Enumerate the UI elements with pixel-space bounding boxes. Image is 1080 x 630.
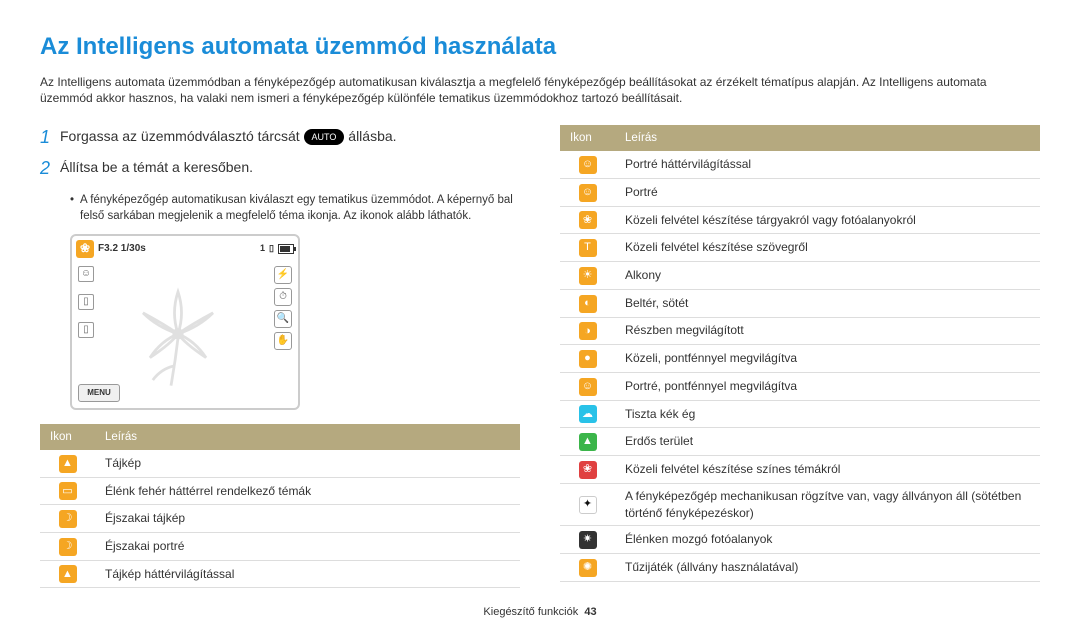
shot-counter: 1 [260, 242, 265, 255]
blue-sky-icon: ☁ [579, 405, 597, 423]
table-row: ☁ Tiszta kék ég [560, 400, 1040, 428]
menu-button[interactable]: MENU [78, 384, 120, 402]
icon-description: Tájkép háttérvilágítással [95, 560, 520, 588]
table-row: ☽ Éjszakai portré [40, 532, 520, 560]
icon-description: Éjszakai tájkép [95, 505, 520, 533]
icon-description: Közeli felvétel készítése szövegről [615, 234, 1040, 262]
macro-text-icon: T [579, 239, 597, 257]
table-row: ✺ Tűzijáték (állvány használatával) [560, 554, 1040, 582]
indoor-dark-icon: ◐ [579, 295, 597, 313]
table-row: ✦ A fényképezőgép mechanikusan rögzítve v… [560, 483, 1040, 526]
table-row: ◑ Részben megvilágított [560, 317, 1040, 345]
th-icon: Ikon [40, 424, 95, 450]
icon-description: Beltér, sötét [615, 289, 1040, 317]
icon-description: Közeli, pontfénnyel megvilágítva [615, 345, 1040, 373]
th-desc: Leírás [615, 125, 1040, 151]
icon-description: Portré [615, 178, 1040, 206]
icon-description: Portré háttérvilágítással [615, 151, 1040, 178]
tripod-icon: ✦ [579, 496, 597, 514]
backlit-portrait-icon: ☺ [579, 156, 597, 174]
icon-description: Élénken mozgó fotóalanyok [615, 526, 1040, 554]
portrait-icon: ☺ [579, 184, 597, 202]
close-spotlight-icon: ● [579, 350, 597, 368]
icon-description: Alkony [615, 262, 1040, 290]
th-desc: Leírás [95, 424, 520, 450]
partial-light-icon: ◑ [579, 322, 597, 340]
forest-icon: ▲ [579, 433, 597, 451]
icon-description: Tűzijáték (állvány használatával) [615, 554, 1040, 582]
icon-description: Tiszta kék ég [615, 400, 1040, 428]
table-row: ☀ Alkony [560, 262, 1040, 290]
table-row: ☽ Éjszakai tájkép [40, 505, 520, 533]
icon-description: Portré, pontfénnyel megvilágítva [615, 372, 1040, 400]
fireworks-icon: ✺ [579, 559, 597, 577]
page-title: Az Intelligens automata üzemmód használa… [40, 30, 1040, 64]
hand-icon: ✋ [274, 332, 292, 350]
battery-icon [278, 244, 294, 254]
intro-text: Az Intelligens automata üzemmódban a fén… [40, 74, 1040, 108]
table-row: T Közeli felvétel készítése szövegről [560, 234, 1040, 262]
th-icon: Ikon [560, 125, 615, 151]
table-row: ☺ Portré [560, 178, 1040, 206]
flower-illustration [108, 257, 248, 402]
icon-description: Élénk fehér háttérrel rendelkező témák [95, 477, 520, 505]
zoom-icon: 🔍 [274, 310, 292, 328]
portrait-spotlight-icon: ☺ [579, 378, 597, 396]
table-row: ❀ Közeli felvétel készítése tárgyakról va… [560, 206, 1040, 234]
timer-icon: ⏱ [274, 288, 292, 306]
table-row: ◐ Beltér, sötét [560, 289, 1040, 317]
page-footer: Kiegészítő funkciók 43 [0, 605, 1080, 620]
table-row: ● Közeli, pontfénnyel megvilágítva [560, 345, 1040, 373]
icon-description: Közeli felvétel készítése színes témákró… [615, 456, 1040, 484]
left-icon-2: ▯ [78, 294, 94, 310]
left-icon-1: ☺ [78, 266, 94, 282]
moving-subject-icon: ✷ [579, 531, 597, 549]
macro-object-icon: ❀ [579, 211, 597, 229]
table-row: ☺ Portré, pontfénnyel megvilágítva [560, 372, 1040, 400]
table-row: ▭ Élénk fehér háttérrel rendelkező témák [40, 477, 520, 505]
landscape-icon: ▲ [59, 455, 77, 473]
icon-table-right: Ikon Leírás ☺ Portré háttérvilágítással ☺ P… [560, 125, 1040, 582]
night-portrait-icon: ☽ [59, 538, 77, 556]
exposure-text: F3.2 1/30s [98, 242, 146, 256]
table-row: ✷ Élénken mozgó fotóalanyok [560, 526, 1040, 554]
icon-description: Éjszakai portré [95, 532, 520, 560]
icon-description: A fényképezőgép mechanikusan rögzítve va… [615, 483, 1040, 526]
table-row: ❀ Közeli felvétel készítése színes témákr… [560, 456, 1040, 484]
icon-description: Erdős terület [615, 428, 1040, 456]
camera-preview: ❀ F3.2 1/30s 1 ▯ ☺ ▯ ▯ ⚡ ⏱ 🔍 ✋ [70, 234, 300, 410]
flash-icon: ⚡ [274, 266, 292, 284]
table-row: ☺ Portré háttérvilágítással [560, 151, 1040, 178]
table-row: ▲ Tájkép háttérvilágítással [40, 560, 520, 588]
table-row: ▲ Erdős terület [560, 428, 1040, 456]
sunset-icon: ☀ [579, 267, 597, 285]
auto-mode-badge: AUTO [304, 129, 345, 145]
table-row: ▲ Tájkép [40, 450, 520, 477]
icon-description: Közeli felvétel készítése tárgyakról vag… [615, 206, 1040, 234]
icon-description: Részben megvilágított [615, 317, 1040, 345]
step-2: 2 Állítsa be a témát a keresőben. [40, 156, 520, 181]
macro-color-icon: ❀ [579, 461, 597, 479]
sd-icon: ▯ [269, 242, 274, 255]
scene-icon: ❀ [76, 240, 94, 258]
left-icon-3: ▯ [78, 322, 94, 338]
icon-table-left: Ikon Leírás ▲ Tájkép ▭ Élénk fehér háttérre… [40, 424, 520, 589]
step-1: 1 Forgassa az üzemmódválasztó tárcsát AU… [40, 125, 520, 150]
bullet-note: A fényképezőgép automatikusan kiválaszt … [70, 192, 520, 224]
icon-description: Tájkép [95, 450, 520, 477]
backlit-landscape-icon: ▲ [59, 565, 77, 583]
white-bg-icon: ▭ [59, 482, 77, 500]
night-landscape-icon: ☽ [59, 510, 77, 528]
